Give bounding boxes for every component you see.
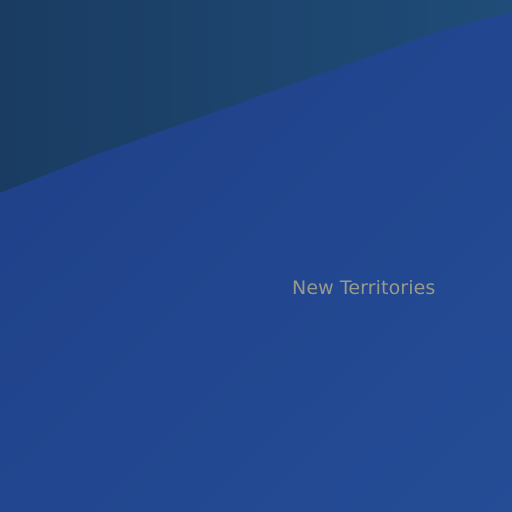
map-canvas[interactable] [0,0,512,512]
region-label: New Territories [292,277,436,299]
map-viewport[interactable]: New Territories [0,0,512,512]
